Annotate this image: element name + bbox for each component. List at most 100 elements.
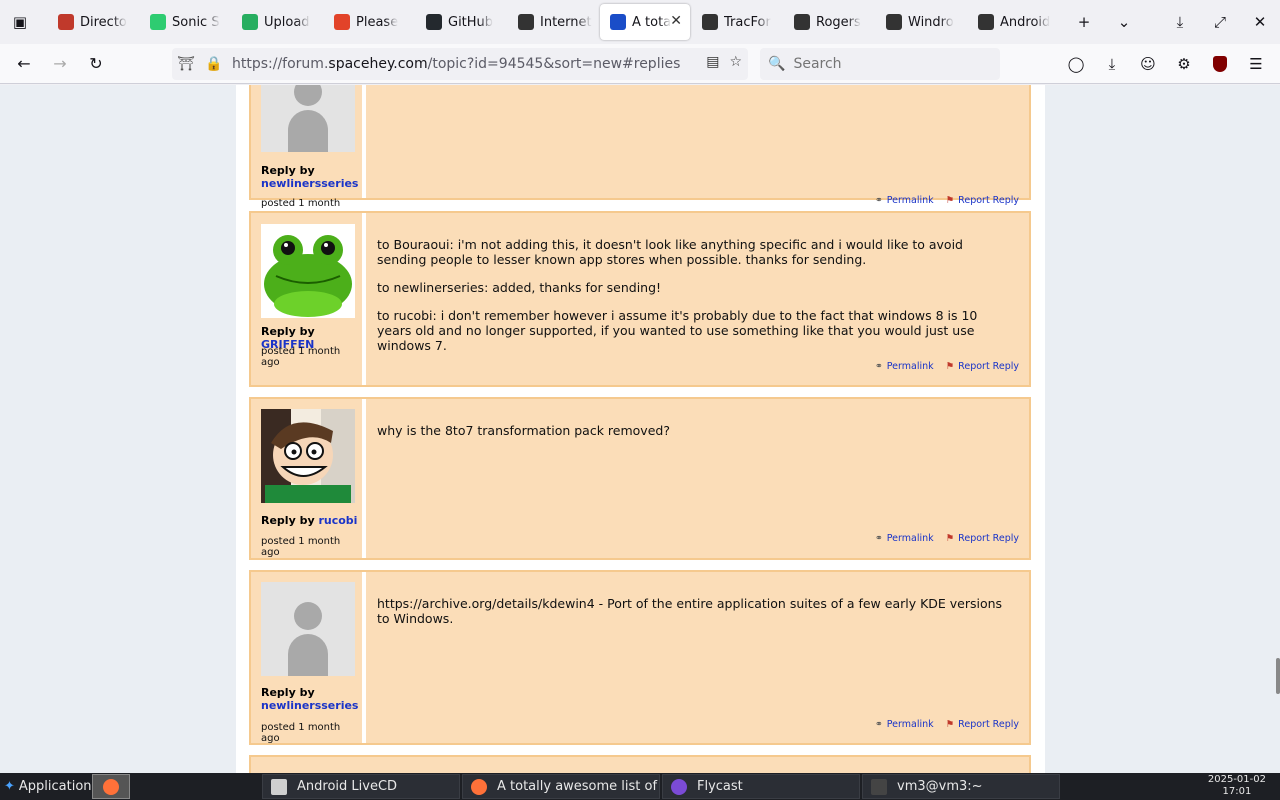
lock-icon[interactable]: 🔒 (200, 56, 228, 72)
flag-icon: ⚑ (945, 533, 955, 544)
cartoon-avatar-icon (261, 409, 355, 503)
reply-actions: ⚭ Permalink ⚑ Report Reply (875, 195, 1019, 206)
author-link[interactable]: newlinersseries (261, 699, 358, 712)
search-icon: 🔍 (768, 56, 786, 72)
list-all-tabs-icon[interactable]: ⌄ (1104, 0, 1144, 44)
browser-tab[interactable]: Rogers (784, 4, 874, 40)
firefox-icon (103, 778, 119, 795)
page-scrollbar[interactable] (1276, 658, 1280, 694)
restore-window-icon[interactable]: ⤢ (1200, 0, 1240, 44)
reply-card: Reply by GRIFFEN posted 1 month ago to B… (249, 211, 1031, 387)
search-bar[interactable]: 🔍 (760, 48, 1000, 80)
pocket-icon[interactable]: ◯ (1058, 48, 1094, 80)
posted-date: posted 1 month ago (261, 536, 341, 558)
reply-by-label: Reply by (261, 325, 315, 338)
browser-tab[interactable]: Please (324, 4, 414, 40)
permalink-link[interactable]: ⚭ Permalink (875, 719, 934, 730)
reply-author-panel: Reply by newlinersseries posted 1 month … (251, 85, 366, 220)
browser-tab[interactable]: TracFor (692, 4, 782, 40)
account-icon[interactable]: ☺ (1130, 48, 1166, 80)
reply-card: Reply by newlinersseries posted 1 month … (249, 85, 1031, 220)
new-tab-button[interactable]: + (1064, 0, 1104, 44)
tab-label: Please (356, 14, 399, 30)
window-icon (271, 778, 287, 795)
permalink-link[interactable]: ⚭ Permalink (875, 195, 934, 206)
report-reply-link[interactable]: ⚑ Report Reply (946, 719, 1019, 730)
back-button[interactable]: ← (6, 48, 42, 80)
browser-tab[interactable]: GitHub (416, 4, 506, 40)
frog-avatar-icon (261, 224, 355, 318)
avatar[interactable] (261, 409, 355, 503)
clock[interactable]: 2025-01-02 17:01 (1208, 774, 1266, 798)
forward-button[interactable]: → (42, 48, 78, 80)
browser-tab[interactable]: Sonic S (140, 4, 230, 40)
link-icon: ⚭ (874, 361, 883, 372)
reply-by: Reply by newlinersseries (261, 164, 361, 190)
menu-icon[interactable]: ☰ (1238, 48, 1274, 80)
taskbar-window[interactable]: vm3@vm3:~ (862, 774, 1060, 799)
reader-view-icon[interactable]: ▤ (706, 54, 719, 70)
browser-tab[interactable]: Android (968, 4, 1058, 40)
author-link[interactable]: rucobi (318, 514, 357, 527)
red-bird-icon (58, 14, 74, 30)
github-icon (426, 14, 442, 30)
close-tab-icon[interactable]: ✕ (670, 13, 682, 29)
taskbar-window[interactable]: A totally awesome list of "… (462, 774, 660, 799)
browser-tab[interactable]: A tota ✕ (600, 4, 690, 40)
reply-card (249, 755, 1031, 773)
report-reply-link[interactable]: ⚑ Report Reply (946, 195, 1019, 206)
reload-button[interactable]: ↻ (78, 48, 114, 80)
forum-replies: Reply by newlinersseries posted 1 month … (236, 85, 1045, 773)
url-bar[interactable]: ⛩ 🔒 https://forum.spacehey.com/topic?id=… (172, 48, 748, 80)
author-link[interactable]: newlinersseries (261, 177, 358, 190)
xfce-icon: ✦ (4, 779, 15, 794)
reply-author-panel: Reply by rucobi posted 1 month ago (251, 399, 366, 558)
reply-by: Reply by rucobi (261, 514, 361, 527)
report-reply-link[interactable]: ⚑ Report Reply (946, 361, 1019, 372)
bookmark-star-icon[interactable]: ☆ (729, 54, 742, 70)
default-avatar-icon (261, 582, 355, 676)
ublock-icon[interactable] (1202, 48, 1238, 80)
tracking-protection-icon[interactable]: ⛩ (172, 56, 200, 72)
browser-tab[interactable]: Directo (48, 4, 138, 40)
browser-tab[interactable]: Upload (232, 4, 322, 40)
reply-by-label: Reply by (261, 686, 315, 699)
applications-menu[interactable]: ✦ Applications (0, 774, 92, 799)
firefox-launcher[interactable] (92, 774, 130, 799)
link-icon: ⚭ (874, 719, 883, 730)
tab-strip: ▣ Directo Sonic S Upload Please GitHub Intern… (0, 0, 1280, 44)
report-reply-link[interactable]: ⚑ Report Reply (946, 533, 1019, 544)
downloads-icon[interactable]: ⤓ (1094, 48, 1130, 80)
taskbar: ✦ Applications Android LiveCD A totally … (0, 773, 1280, 800)
browser-tab[interactable]: Windro (876, 4, 966, 40)
browser-tab[interactable]: Internet (508, 4, 598, 40)
tab-label: Sonic S (172, 14, 220, 30)
tab-label: Directo (80, 14, 127, 30)
firefox-icon (471, 778, 487, 795)
archive-icon (794, 14, 810, 30)
clock-date: 2025-01-02 (1207, 774, 1266, 785)
download-icon[interactable]: ⤓ (1160, 0, 1200, 44)
taskbar-window[interactable]: Flycast (662, 774, 860, 799)
firefox-view-icon[interactable]: ▣ (0, 0, 40, 44)
reply-by: Reply by newlinersseries (261, 686, 361, 712)
archive-icon (886, 14, 902, 30)
permalink-link[interactable]: ⚭ Permalink (875, 533, 934, 544)
default-avatar-icon (261, 85, 355, 152)
upload-icon (242, 14, 258, 30)
page-viewport[interactable]: Reply by newlinersseries posted 1 month … (0, 85, 1280, 773)
reply-body: to Bouraoui: i'm not adding this, it doe… (377, 237, 1009, 366)
permalink-link[interactable]: ⚭ Permalink (875, 361, 934, 372)
search-input[interactable] (793, 56, 994, 72)
url-text[interactable]: https://forum.spacehey.com/topic?id=9454… (232, 56, 680, 72)
reply-paragraph: why is the 8to7 transformation pack remo… (377, 423, 670, 438)
avatar[interactable] (261, 582, 355, 676)
tab-label: Windro (908, 14, 954, 30)
extensions-icon[interactable]: ⚙ (1166, 48, 1202, 80)
reply-card: Reply by newlinersseries posted 1 month … (249, 570, 1031, 745)
reply-paragraph: https://archive.org/details/kdewin4 - Po… (377, 596, 1003, 626)
close-window-icon[interactable]: ✕ (1240, 0, 1280, 44)
taskbar-window[interactable]: Android LiveCD (262, 774, 460, 799)
avatar[interactable] (261, 224, 355, 318)
avatar[interactable] (261, 85, 355, 152)
